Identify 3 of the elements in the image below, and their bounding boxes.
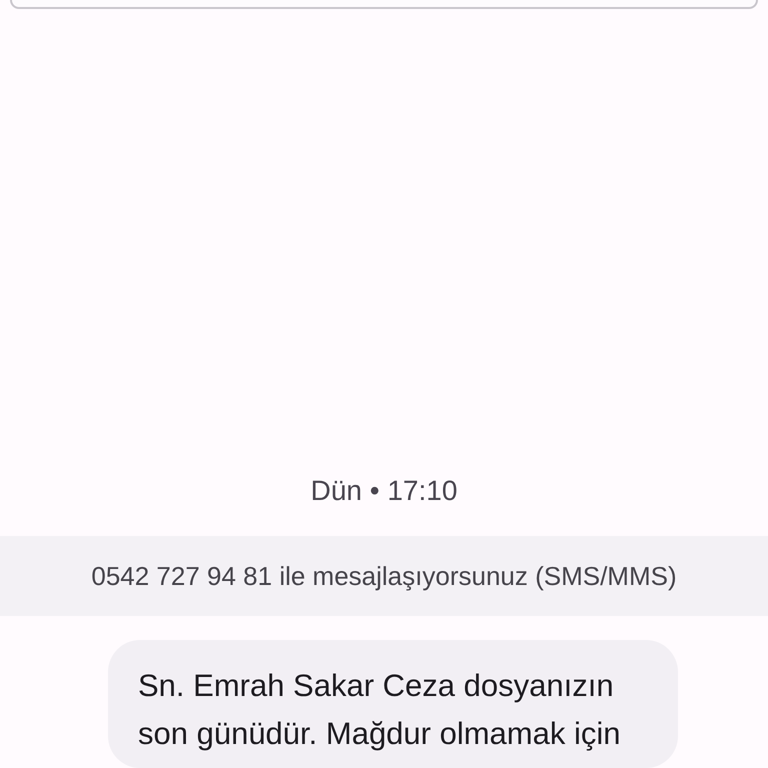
conversation-banner: 0542 727 94 81 ile mesajlaşıyorsunuz (SMS/MMS) bbox=[0, 536, 768, 616]
message-bubble: Sn. Emrah Sakar Ceza dosyanızın son günüdür. Mağdur olmamak için bbox=[108, 640, 678, 768]
message-timestamp: Dün • 17:10 bbox=[310, 474, 458, 508]
